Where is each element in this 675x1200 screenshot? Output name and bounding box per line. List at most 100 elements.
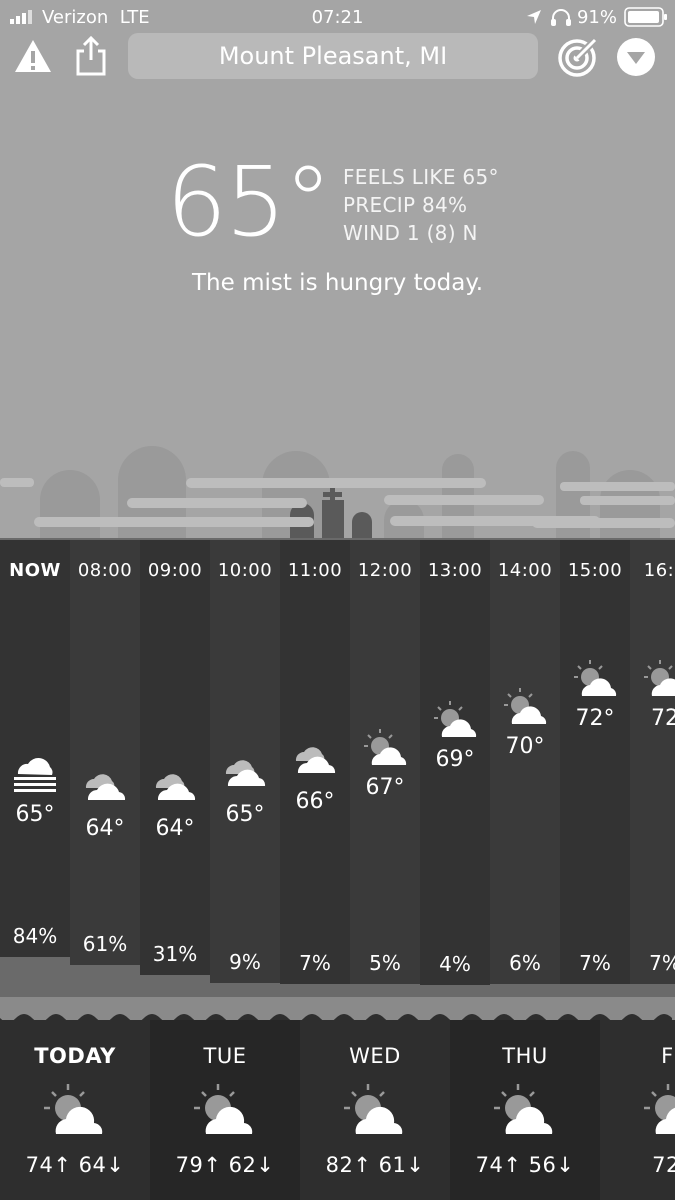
hour-column[interactable]: 10:00 65° 9% [210,540,280,1020]
radar-icon[interactable] [557,36,599,78]
hour-column[interactable]: 11:00 66° 7% [280,540,350,1020]
day-temperature-range: 74↑ 64↓ [25,1153,125,1177]
share-icon[interactable] [74,36,108,76]
hour-label: NOW [9,560,61,581]
partly-cloudy-icon [342,1082,408,1140]
day-label: TODAY [34,1044,116,1068]
precip-bar [630,983,675,997]
hour-temperature: 72 [651,706,675,731]
hour-temperature: 70° [505,733,545,759]
partly-cloudy-icon [572,658,618,702]
headphones-icon [551,9,571,26]
day-temperature-range: 82↑ 61↓ [325,1153,425,1177]
precip-bar [420,984,490,997]
status-bar: Verizon LTE 07:21 91% [0,0,675,34]
hour-label: 13:00 [427,560,483,581]
hour-label: 15:00 [567,560,623,581]
day-label: WED [349,1044,401,1068]
day-temperature-range: 74↑ 56↓ [475,1153,575,1177]
forecast-quip: The mist is hungry today. [191,270,483,296]
precip-bar [280,983,350,997]
partly-cloudy-icon [192,1082,258,1140]
hour-temperature: 67° [365,774,405,800]
day-label: THU [502,1044,548,1068]
partly-cloudy-icon [492,1082,558,1140]
hour-label: 11:00 [287,560,343,581]
precip-bar [490,983,560,997]
hour-temperature: 66° [295,788,335,814]
hour-column[interactable]: 16:0 72 7% [630,540,675,1020]
hour-column[interactable]: 13:00 69° 4% [420,540,490,1020]
day-column[interactable]: TUE 79↑ 62↓ [150,1020,300,1200]
battery-icon [624,7,667,27]
day-temperature-range: 72↑ [652,1153,675,1177]
hour-precip: 84% [12,923,58,948]
hour-temperature: 72° [575,706,615,731]
precip-bar [140,975,210,997]
current-temperature: 65° [166,146,332,258]
hour-label: 09:00 [147,560,203,581]
hour-label: 16:0 [643,560,675,581]
clock: 07:21 [311,7,364,28]
hour-precip: 4% [439,951,471,976]
location-arrow-icon [527,10,541,24]
alert-icon[interactable] [14,38,52,74]
hour-column[interactable]: 12:00 67° 5% [350,540,420,1020]
hour-column[interactable]: 08:00 64° 61% [70,540,140,1020]
menu-dropdown-icon[interactable] [616,37,656,77]
day-column[interactable]: FR 72↑ [600,1020,675,1200]
cloudy-icon [222,754,268,792]
hour-label: 08:00 [77,560,133,581]
precip-bar [70,964,140,997]
precip-bar [350,984,420,997]
day-temperature-range: 79↑ 62↓ [175,1153,275,1177]
battery-percent: 91% [576,7,617,28]
hour-column[interactable]: 14:00 70° 6% [490,540,560,1020]
feels-like: FEELS LIKE 65° [343,165,499,189]
daily-forecast[interactable]: TODAY 74↑ 64↓ TUE 79↑ 62↓ WED 82↑ 61↓ THU 74↑ 5… [0,1020,675,1200]
day-column[interactable]: TODAY 74↑ 64↓ [0,1020,150,1200]
cloudy-icon [82,768,128,806]
hour-column[interactable]: NOW 65° 84% [0,540,70,1020]
hour-temperature: 64° [85,816,125,841]
hour-precip: 31% [152,942,198,967]
hour-precip: 7% [299,950,331,975]
precip-bar [0,956,70,997]
hour-temperature: 64° [155,816,195,841]
hour-temperature: 65° [15,802,55,828]
hour-precip: 7% [579,950,611,975]
hour-label: 12:00 [357,560,413,581]
hour-precip: 9% [229,949,261,974]
cloudy-icon [152,768,198,806]
hour-precip: 5% [369,951,401,976]
precip-bar [560,983,630,997]
day-column[interactable]: WED 82↑ 61↓ [300,1020,450,1200]
hour-column[interactable]: 15:00 72° 7% [560,540,630,1020]
hour-precip: 61% [82,931,128,956]
hour-column[interactable]: 09:00 64° 31% [140,540,210,1020]
location-label: Mount Pleasant, MI [218,42,448,70]
partly-cloudy-icon [642,658,675,702]
hour-precip: 7% [649,950,675,975]
partly-cloudy-icon [362,727,408,771]
partly-cloudy-icon [432,699,478,743]
partly-cloudy-icon [42,1082,108,1140]
day-column[interactable]: THU 74↑ 56↓ [450,1020,600,1200]
hour-label: 10:00 [217,560,273,581]
hour-precip: 6% [509,950,541,975]
day-label: FR [661,1044,675,1068]
partly-cloudy-icon [642,1082,675,1140]
partly-cloudy-icon [502,686,548,730]
fog-icon [12,754,58,798]
precip-chance: PRECIP 84% [343,193,468,217]
precip-bar [210,982,280,997]
wind: WIND 1 (8) N [343,221,478,245]
hour-temperature: 65° [225,802,265,828]
hourly-forecast[interactable]: NOW 65° 84% 08:00 64° 61% 09:00 64° 31% 10:00 65° 9… [0,540,675,1020]
cloudy-icon [292,741,338,779]
day-label: TUE [203,1044,247,1068]
hour-temperature: 69° [435,747,475,773]
hour-label: 14:00 [497,560,553,581]
graveyard-fog-illustration [0,446,675,550]
location-selector[interactable]: Mount Pleasant, MI [128,33,538,79]
